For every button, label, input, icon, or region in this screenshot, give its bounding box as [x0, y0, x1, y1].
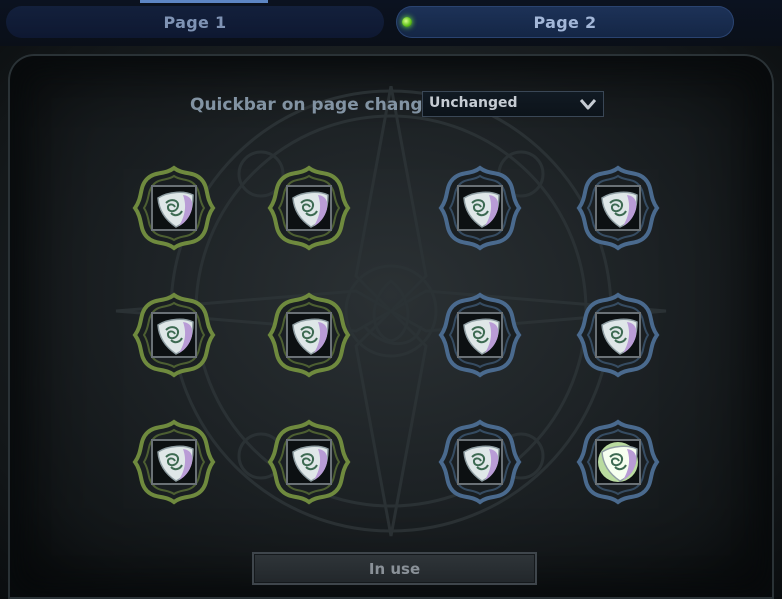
- rune-icon: [438, 292, 522, 378]
- rune-slot[interactable]: [437, 292, 523, 378]
- in-use-button-label: In use: [368, 559, 421, 578]
- rune-slot[interactable]: [266, 419, 352, 505]
- rune-slot[interactable]: [266, 165, 352, 251]
- rune-slot[interactable]: [437, 419, 523, 505]
- tab-page-2[interactable]: Page 2: [396, 6, 734, 38]
- page-settings-window: Page 1 Page 2 Quickbar on page change Un…: [0, 0, 782, 599]
- tab-page-2-label: Page 2: [533, 12, 597, 32]
- rune-icon: [576, 419, 660, 505]
- chevron-down-icon: [579, 99, 597, 110]
- rune-icon: [132, 419, 216, 505]
- rune-slot[interactable]: [266, 292, 352, 378]
- rune-icon: [438, 419, 522, 505]
- rune-slot[interactable]: [575, 419, 661, 505]
- tab-page-1-label: Page 1: [163, 12, 227, 32]
- rune-slot[interactable]: [131, 292, 217, 378]
- active-indicator-icon: [402, 17, 412, 27]
- page-tab-bar: Page 1 Page 2: [0, 0, 782, 47]
- in-use-button[interactable]: In use: [252, 552, 537, 585]
- rune-slot[interactable]: [437, 165, 523, 251]
- rune-slot[interactable]: [131, 165, 217, 251]
- rune-slot[interactable]: [575, 165, 661, 251]
- tab-underline: [140, 0, 268, 3]
- quickbar-dropdown[interactable]: Unchanged: [422, 91, 604, 117]
- rune-icon: [132, 165, 216, 251]
- rune-slot[interactable]: [575, 292, 661, 378]
- rune-icon: [267, 165, 351, 251]
- quickbar-label: Quickbar on page change: [190, 95, 435, 115]
- quickbar-selected-value: Unchanged: [429, 95, 518, 111]
- rune-icon: [132, 292, 216, 378]
- rune-icon: [576, 165, 660, 251]
- rune-icon: [267, 292, 351, 378]
- rune-icon: [576, 292, 660, 378]
- rune-slot[interactable]: [131, 419, 217, 505]
- rune-icon: [438, 165, 522, 251]
- tab-page-1[interactable]: Page 1: [6, 6, 384, 38]
- rune-icon: [267, 419, 351, 505]
